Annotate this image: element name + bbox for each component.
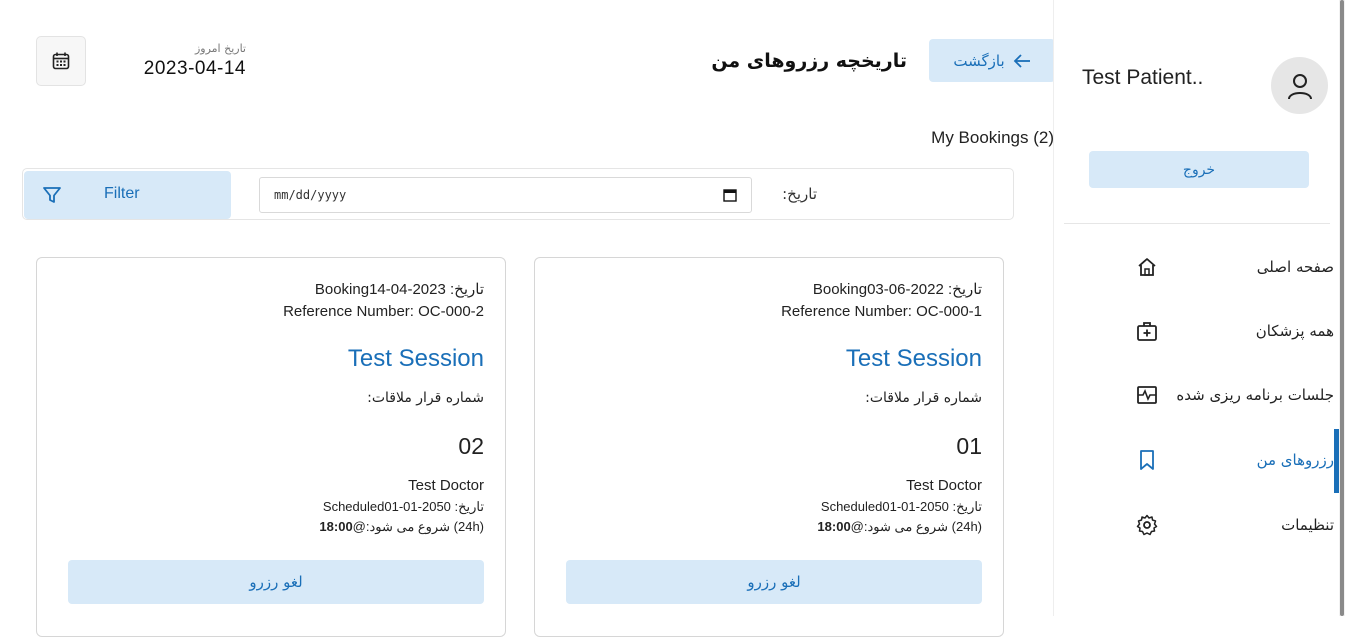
cancel-booking-button[interactable]: لغو رزرو: [68, 560, 484, 604]
calendar-picker-icon[interactable]: [723, 188, 737, 202]
today-date: 2023-04-14: [143, 58, 246, 79]
bookmark-icon: [1140, 450, 1154, 470]
logout-button[interactable]: خروج: [1089, 151, 1309, 188]
start-time-suffix: (24h): [948, 519, 982, 534]
sidebar-item-label: همه پزشکان: [1255, 322, 1334, 340]
date-filter-input[interactable]: mm/dd/yyyy: [259, 177, 752, 213]
reference-number: Reference Number: OC-000-1: [781, 303, 982, 320]
sidebar-divider: [1064, 223, 1330, 224]
sidebar-item-my-bookings[interactable]: رزروهای من: [1054, 429, 1340, 493]
appointment-label: شماره قرار ملاقات:: [367, 390, 484, 406]
start-time-prefix: شروع می شود:@: [352, 519, 451, 534]
cancel-booking-button[interactable]: لغو رزرو: [566, 560, 982, 604]
calendar-icon: [52, 52, 70, 70]
booking-date: Bookingتاریخ: 2022-06-03: [812, 281, 982, 298]
session-title: Test Session: [845, 345, 982, 372]
scrollbar[interactable]: [1339, 0, 1345, 616]
user-icon: [1287, 73, 1312, 99]
filter-icon: [43, 187, 61, 203]
start-time-value: 18:00: [319, 519, 353, 534]
sidebar-item-doctors[interactable]: همه پزشکان: [1054, 300, 1340, 364]
date-placeholder: mm/dd/yyyy: [274, 188, 347, 202]
back-button[interactable]: بازگشت: [929, 39, 1055, 82]
booking-card: Bookingتاریخ: 2023-04-14 Reference Numbe…: [36, 257, 506, 637]
main-content: تاریخ امروز 2023-04-14 تاریخچه رزروهای م…: [0, 0, 1055, 637]
filter-bar: Filter mm/dd/yyyy تاریخ:: [22, 168, 1014, 220]
filter-label: Filter: [104, 185, 140, 202]
sidebar: Test Patient.. خروج صفحه اصلی همه پزشکان…: [1053, 0, 1340, 616]
sidebar-item-label: تنظیمات: [1281, 516, 1334, 534]
schedule-icon: [1137, 386, 1157, 404]
appointment-number: 01: [956, 433, 982, 459]
scheduled-date: Scheduledتاریخ: 2050-01-01: [820, 499, 982, 514]
sidebar-item-label: جلسات برنامه ریزی شده: [1176, 386, 1334, 404]
page-title: تاریخچه رزروهای من: [711, 50, 907, 72]
doctor-name: Test Doctor: [906, 477, 982, 494]
sidebar-item-label: صفحه اصلی: [1256, 258, 1334, 276]
appointment-number: 02: [458, 433, 484, 459]
medical-bag-icon: [1137, 322, 1157, 341]
scheduled-date: Scheduledتاریخ: 2050-01-01: [322, 499, 484, 514]
sidebar-item-label: رزروهای من: [1256, 451, 1334, 469]
calendar-button[interactable]: [36, 36, 86, 86]
appointment-label: شماره قرار ملاقات:: [865, 390, 982, 406]
date-filter-label: تاریخ:: [782, 185, 817, 203]
gear-icon: [1136, 514, 1158, 536]
booking-date: Bookingتاریخ: 2023-04-14: [314, 281, 484, 298]
bookings-count: My Bookings (2): [931, 128, 1054, 147]
filter-button[interactable]: Filter: [24, 171, 231, 219]
scrollbar-thumb[interactable]: [1340, 0, 1344, 616]
booking-card: Bookingتاریخ: 2022-06-03 Reference Numbe…: [534, 257, 1004, 637]
avatar[interactable]: [1271, 57, 1328, 114]
arrow-left-icon: [1013, 53, 1030, 68]
start-time: شروع می شود:@18:00 (24h): [319, 519, 484, 535]
sidebar-item-settings[interactable]: تنظیمات: [1054, 494, 1340, 558]
start-time: شروع می شود:@18:00 (24h): [817, 519, 982, 535]
back-label: بازگشت: [953, 51, 1005, 70]
start-time-value: 18:00: [817, 519, 851, 534]
start-time-suffix: (24h): [450, 519, 484, 534]
home-icon: [1138, 258, 1156, 276]
sidebar-item-sessions[interactable]: جلسات برنامه ریزی شده: [1054, 364, 1340, 428]
doctor-name: Test Doctor: [408, 477, 484, 494]
today-label: تاریخ امروز: [194, 42, 246, 55]
start-time-prefix: شروع می شود:@: [850, 519, 949, 534]
patient-name: Test Patient..: [1082, 66, 1204, 89]
reference-number: Reference Number: OC-000-2: [283, 303, 484, 320]
sidebar-item-home[interactable]: صفحه اصلی: [1054, 236, 1340, 300]
session-title: Test Session: [347, 345, 484, 372]
